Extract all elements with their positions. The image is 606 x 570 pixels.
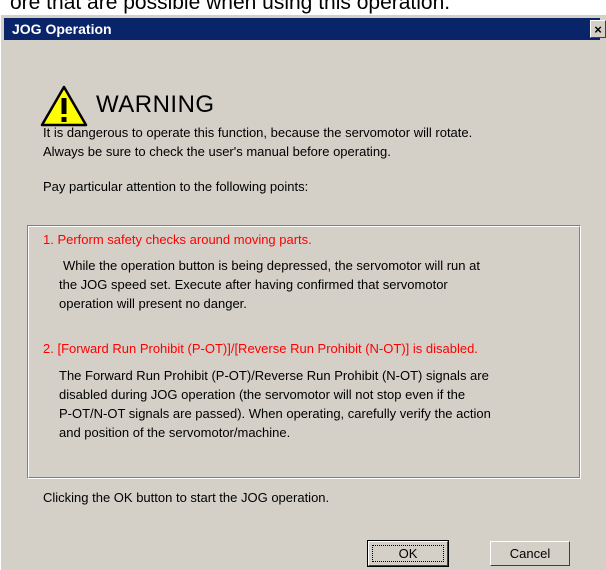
point-1-line-2: the JOG speed set. Execute after having … <box>59 277 448 292</box>
point-1-line-3: operation will present no danger. <box>59 296 247 311</box>
attention-text: Pay particular attention to the followin… <box>43 179 309 194</box>
warning-heading: WARNING <box>96 91 215 118</box>
point-2-line-3: P-OT/N-OT signals are passed). When oper… <box>59 406 491 421</box>
footer-instruction: Clicking the OK button to start the JOG … <box>43 490 330 505</box>
warning-triangle-icon <box>40 85 88 127</box>
cancel-button-label: Cancel <box>509 546 551 561</box>
close-icon: × <box>594 22 602 37</box>
point-2-line-1: The Forward Run Prohibit (P-OT)/Reverse … <box>59 368 489 383</box>
dialog-titlebar: JOG Operation × <box>4 18 606 40</box>
cancel-button[interactable]: Cancel <box>490 541 570 566</box>
point-1-line-1: While the operation button is being depr… <box>63 258 480 273</box>
jog-operation-dialog: JOG Operation × WARNING It is dangerous … <box>0 14 606 570</box>
point-1-heading: 1. Perform safety checks around moving p… <box>43 232 312 247</box>
point-2-line-2: disabled during JOG operation (the servo… <box>59 387 466 402</box>
intro-line-2: Always be sure to check the user's manua… <box>43 144 391 159</box>
point-2-line-4: and position of the servomotor/machine. <box>59 425 291 440</box>
intro-line-1: It is dangerous to operate this function… <box>43 125 473 140</box>
focus-rectangle <box>372 545 444 562</box>
close-button[interactable]: × <box>590 20 606 38</box>
dialog-title: JOG Operation <box>12 21 112 37</box>
point-2-heading: 2. [Forward Run Prohibit (P-OT)]/[Revers… <box>43 341 478 356</box>
ok-button[interactable]: OK <box>367 540 449 567</box>
